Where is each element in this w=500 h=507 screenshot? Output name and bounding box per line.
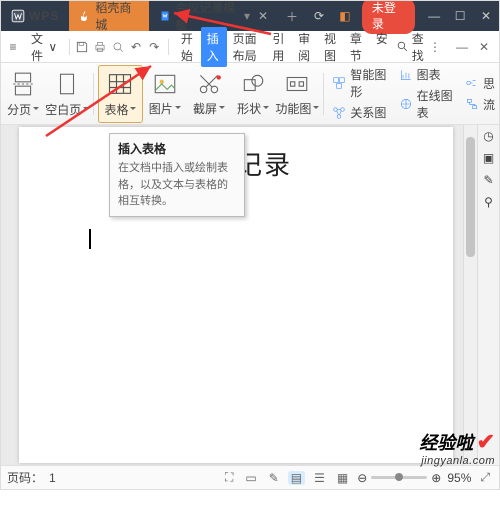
print-icon[interactable] [92,36,108,58]
ribbon-shape-label: 形状 [237,100,261,117]
ribbon-screenshot-label: 截屏 [193,100,217,117]
tab-doc-label: 会议记录模板 [175,0,240,33]
relation-icon [332,106,346,120]
ribbon-chart[interactable]: 图表 [399,66,457,83]
chevron-down-icon: ∨ [48,40,57,54]
tooltip-title: 插入表格 [118,140,236,157]
menu-tab-7[interactable]: 安 [370,27,394,67]
dropdown-icon[interactable]: ▾ [244,9,250,23]
redo-icon[interactable]: ↷ [146,36,162,58]
search-icon [396,40,409,53]
blank-page-icon [54,70,80,98]
flow-icon [465,97,479,111]
zoom-control[interactable]: ⊖ ⊕ [357,471,441,485]
file-menu-label: 文件 [31,30,45,64]
ribbon-picture[interactable]: 图片 [143,65,187,123]
sync-icon[interactable]: ⟳ [306,9,332,23]
ribbon: 分页 空白页 表格 图片 截屏 形状 功能图 智能图形 关系 [1,63,499,125]
ribbon-shape[interactable]: 形状 [231,65,275,123]
tab-mall-label: 稻壳商城 [95,0,139,33]
ribbon-flow[interactable]: 流 [465,96,495,113]
sb-web-icon[interactable]: ▦ [334,471,351,485]
sb-layout1-icon[interactable]: ▭ [242,471,259,485]
online-chart-icon [399,97,413,111]
ribbon-table-label: 表格 [104,101,128,118]
sb-edit-icon[interactable]: ✎ [266,471,282,485]
ribbon-table[interactable]: 表格 [98,65,142,123]
ribbon-page-break[interactable]: 分页 [1,65,45,123]
app-logo: WPS [1,1,69,31]
search-label: 查找 [412,30,425,64]
search-button[interactable]: 查找 [396,30,425,64]
ribbon-screenshot[interactable]: 截屏 [187,65,231,123]
sb-pagelayout-icon[interactable]: ▤ [288,471,305,485]
tab-mall[interactable]: 稻壳商城 [69,1,149,31]
shape-icon [240,71,266,97]
page-number: 1 [49,471,56,485]
zoom-value[interactable]: 95% [447,471,471,485]
tooltip-insert-table: 插入表格 在文档中插入或绘制表格，以及文本与表格的相互转换。 [109,133,245,217]
document-area: 会议记录 ◷ ▣ ✎ ⚲ [1,125,499,465]
undo-icon[interactable]: ↶ [128,36,144,58]
menu-tab-6[interactable]: 章节 [344,27,370,67]
menu-tab-4[interactable]: 审阅 [292,27,318,67]
scissors-icon [196,71,222,97]
minimize-icon[interactable]: — [421,9,447,23]
ribbon-smartart[interactable]: 功能图 [275,65,319,123]
ribbon-smartart-label: 功能图 [275,100,311,117]
flame-icon [79,10,91,22]
text-cursor [89,229,91,249]
ribbon-mind[interactable]: 思 [465,75,495,92]
more-icon[interactable]: ⋮ [427,36,443,58]
side-compass-icon[interactable]: ◷ [482,129,496,143]
zoom-slider[interactable] [371,476,427,479]
scrollbar-vertical[interactable] [463,125,477,465]
picture-icon [152,71,178,97]
side-panel: ◷ ▣ ✎ ⚲ [477,125,499,465]
menu-tab-5[interactable]: 视图 [318,27,344,67]
side-pin-icon[interactable]: ⚲ [482,195,496,209]
ribbon-page-break-label: 分页 [7,101,31,118]
sb-fullscreen-icon[interactable]: ⛶ [222,470,236,485]
app-logo-text: WPS [29,9,59,23]
zoom-out-icon[interactable]: ⊖ [357,471,367,485]
doc-icon [159,10,171,22]
ribbon-smartgraphic[interactable]: 智能图形 [332,66,390,100]
ribbon-relation[interactable]: 关系图 [332,104,390,121]
ribbon-blank-page[interactable]: 空白页 [45,65,89,123]
app-menu-icon[interactable]: ≡ [5,36,21,58]
sb-expand-icon[interactable]: ⤢ [477,470,493,485]
tooltip-body: 在文档中插入或绘制表格，以及文本与表格的相互转换。 [118,160,236,210]
zoom-in-icon[interactable]: ⊕ [431,471,441,485]
inner-minimize-icon[interactable]: — [451,36,473,58]
table-icon [106,70,134,98]
scrollbar-thumb[interactable] [466,137,475,257]
status-bar: 页码： 1 ⛶ ▭ ✎ ▤ ☰ ▦ ⊖ ⊕ 95% ⤢ [1,465,499,489]
save-icon[interactable] [74,36,90,58]
page-break-icon [10,70,36,98]
sb-outline-icon[interactable]: ☰ [311,471,328,485]
ribbon-picture-label: 图片 [149,100,173,117]
close-window-icon[interactable]: ✕ [473,9,499,23]
smartart-icon [284,71,310,97]
page-label: 页码： [7,469,43,486]
tab-document[interactable]: 会议记录模板 ▾ ✕ [149,1,278,31]
ribbon-blank-label: 空白页 [45,101,81,118]
menu-icon[interactable]: ◧ [332,9,358,23]
inner-close-icon[interactable]: ✕ [473,36,495,58]
smartgraphic-icon [332,76,346,90]
title-bar: WPS 稻壳商城 会议记录模板 ▾ ✕ ＋ ⟳ ◧ 未登录 — ☐ ✕ [1,1,499,31]
maximize-icon[interactable]: ☐ [447,9,473,23]
side-tool-icon[interactable]: ✎ [482,173,496,187]
close-icon[interactable]: ✕ [258,11,268,21]
preview-icon[interactable] [110,36,126,58]
chart-icon [399,68,413,82]
file-menu[interactable]: 文件 ∨ [23,30,65,64]
ribbon-online-chart[interactable]: 在线图表 [399,87,457,121]
mind-icon [465,76,479,90]
menu-tab-3[interactable]: 引用 [266,27,292,67]
side-page-icon[interactable]: ▣ [482,151,496,165]
menu-bar: ≡ 文件 ∨ ↶ ↷ 开始插入页面布局引用审阅视图章节安 查找 ⋮ — ✕ [1,31,499,63]
